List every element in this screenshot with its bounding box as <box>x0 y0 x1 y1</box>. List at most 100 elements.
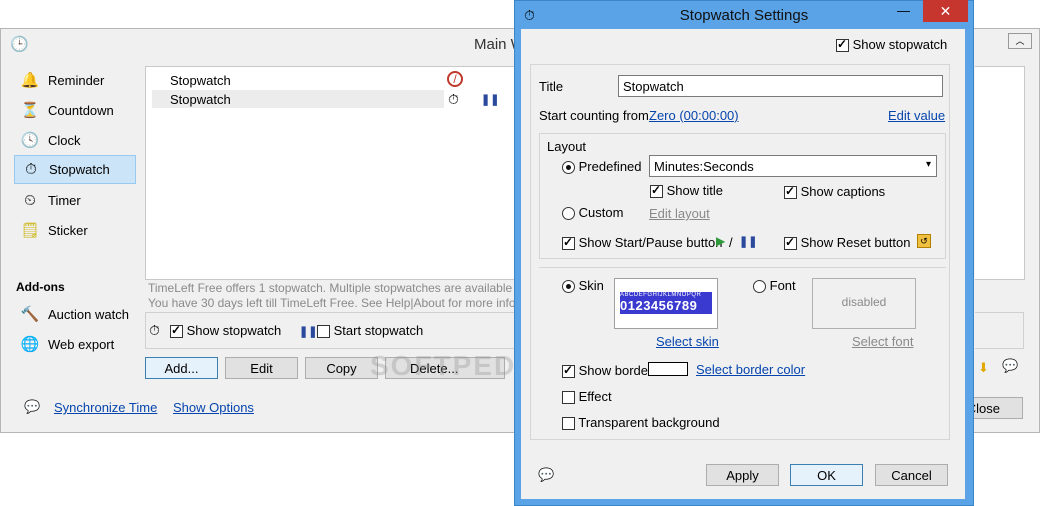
checkbox[interactable] <box>562 363 575 379</box>
predefined-label: Predefined <box>578 159 642 174</box>
stopwatch-icon: ⏱ <box>25 161 37 178</box>
transparent-bg-checkbox[interactable]: Transparent background <box>562 415 720 431</box>
layout-label: Layout <box>547 139 587 154</box>
show-title-checkbox[interactable]: Show title <box>650 183 723 199</box>
edit-value-link[interactable]: Edit value <box>888 108 945 123</box>
close-window-button[interactable]: ✕ <box>923 0 968 22</box>
show-captions-label: Show captions <box>800 184 886 199</box>
show-start-pause-checkbox[interactable]: Show Start/Pause button <box>562 235 723 251</box>
sidebar-item-clock[interactable]: 🕓 Clock <box>14 126 136 154</box>
stopwatch-icon: ⏱ <box>448 91 459 107</box>
select-skin-link[interactable]: Select skin <box>656 334 719 349</box>
radio[interactable] <box>562 161 575 175</box>
ok-button[interactable]: OK <box>790 464 863 486</box>
show-reset-label: Show Reset button <box>800 235 911 250</box>
sidebar-item-label: Sticker <box>48 222 88 238</box>
effect-label: Effect <box>578 389 612 404</box>
show-border-checkbox[interactable]: Show border <box>562 363 653 379</box>
show-stopwatch-checkbox[interactable]: Show stopwatch <box>170 323 282 339</box>
addons-heading: Add-ons <box>16 280 65 294</box>
checkbox[interactable] <box>836 37 849 53</box>
dialog-show-stopwatch-checkbox[interactable]: Show stopwatch <box>836 37 948 53</box>
list-item[interactable]: Stopwatch <box>170 73 231 88</box>
start-counting-label: Start counting from <box>539 108 649 123</box>
radio[interactable] <box>753 280 766 294</box>
start-stopwatch-label: Start stopwatch <box>333 323 424 338</box>
checkbox[interactable] <box>784 184 797 200</box>
sidebar-item-label: Countdown <box>48 102 114 118</box>
pause-icon[interactable]: ❚❚ <box>481 93 499 106</box>
show-reset-checkbox[interactable]: Show Reset button <box>784 235 911 251</box>
pause-icon: ❚❚ <box>299 326 318 338</box>
sidebar-item-web-export[interactable]: 🌐 Web export <box>14 330 136 358</box>
transparent-bg-label: Transparent background <box>578 415 720 430</box>
show-options-link[interactable]: Show Options <box>173 400 254 415</box>
timer-icon: ⏲ <box>24 191 36 209</box>
info-line-2: You have 30 days left till TimeLeft Free… <box>148 296 516 310</box>
info-line-1: TimeLeft Free offers 1 stopwatch. Multip… <box>148 281 516 295</box>
skin-radio[interactable]: Skin <box>562 278 604 294</box>
clock-icon: 🕓 <box>20 132 40 149</box>
layout-select[interactable]: Minutes:Seconds ▾ <box>649 155 937 177</box>
start-counting-value-link[interactable]: Zero (00:00:00) <box>649 108 739 123</box>
chevron-down-icon: ▾ <box>925 159 931 170</box>
sidebar-item-label: Clock <box>48 132 81 148</box>
show-captions-checkbox[interactable]: Show captions <box>784 184 886 200</box>
sidebar-item-auction-watch[interactable]: 🔨 Auction watch <box>14 300 136 328</box>
border-color-swatch[interactable] <box>648 362 688 376</box>
checkbox[interactable] <box>562 391 575 405</box>
show-stopwatch-label: Show stopwatch <box>186 323 282 338</box>
checkbox[interactable] <box>562 235 575 251</box>
apply-button[interactable]: Apply <box>706 464 779 486</box>
effect-checkbox[interactable]: Effect <box>562 389 612 405</box>
sidebar-item-reminder[interactable]: 🔔 Reminder <box>14 66 136 94</box>
checkbox[interactable] <box>650 183 663 199</box>
skin-label: Skin <box>578 278 604 293</box>
stopwatch-list-right <box>975 66 1025 280</box>
custom-label: Custom <box>578 205 624 220</box>
add-button[interactable]: Add... <box>145 357 218 379</box>
list-item[interactable]: Stopwatch <box>170 92 231 107</box>
sidebar-item-stopwatch[interactable]: ⏱ Stopwatch <box>14 155 136 184</box>
help-icon[interactable]: 💬 <box>538 467 554 483</box>
edit-layout-link[interactable]: Edit layout <box>649 206 710 221</box>
disabled-icon: / <box>447 71 463 87</box>
title-input[interactable]: Stopwatch <box>618 75 943 97</box>
title-label: Title <box>539 79 564 94</box>
show-start-pause-label: Show Start/Pause button <box>578 235 723 250</box>
sidebar-item-label: Reminder <box>48 72 105 88</box>
help-icon[interactable]: 💬 <box>1002 358 1018 374</box>
sidebar-item-sticker[interactable]: 🗒 Sticker <box>14 216 136 244</box>
sidebar-item-countdown[interactable]: ⏳ Countdown <box>14 96 136 124</box>
checkbox[interactable] <box>317 325 330 339</box>
app-icon: 🕒 <box>10 36 29 53</box>
sidebar-item-label: Auction watch <box>48 306 129 322</box>
cancel-button[interactable]: Cancel <box>875 464 948 486</box>
select-border-color-link[interactable]: Select border color <box>696 362 805 377</box>
minimize-button[interactable]: — <box>897 3 910 18</box>
custom-radio[interactable]: Custom <box>562 205 624 221</box>
radio[interactable] <box>562 207 575 221</box>
scroll-up-icon[interactable]: ︿ <box>1008 33 1032 49</box>
layout-select-value: Minutes:Seconds <box>654 159 754 174</box>
checkbox[interactable] <box>784 235 797 251</box>
stopwatch-icon: ⏱ <box>149 322 160 338</box>
radio[interactable] <box>562 280 575 294</box>
checkbox[interactable] <box>170 323 183 339</box>
sidebar-item-label: Stopwatch <box>49 162 110 177</box>
start-stopwatch-checkbox[interactable]: Start stopwatch <box>317 323 424 339</box>
show-border-label: Show border <box>578 363 653 378</box>
checkbox[interactable] <box>562 417 575 431</box>
font-radio[interactable]: Font <box>753 278 796 294</box>
synchronize-time-link[interactable]: Synchronize Time <box>54 400 157 415</box>
select-font-link[interactable]: Select font <box>852 334 913 349</box>
edit-button[interactable]: Edit <box>225 357 298 379</box>
predefined-radio[interactable]: Predefined <box>562 159 642 175</box>
show-stopwatch-label: Show stopwatch <box>852 37 948 52</box>
arrow-down-icon[interactable]: ⬇ <box>978 360 989 376</box>
help-icon[interactable]: 💬 <box>24 399 40 415</box>
copy-button[interactable]: Copy <box>305 357 378 379</box>
globe-icon: 🌐 <box>20 336 40 353</box>
slash-separator: / <box>729 235 733 250</box>
sidebar-item-timer[interactable]: ⏲ Timer <box>14 186 136 214</box>
